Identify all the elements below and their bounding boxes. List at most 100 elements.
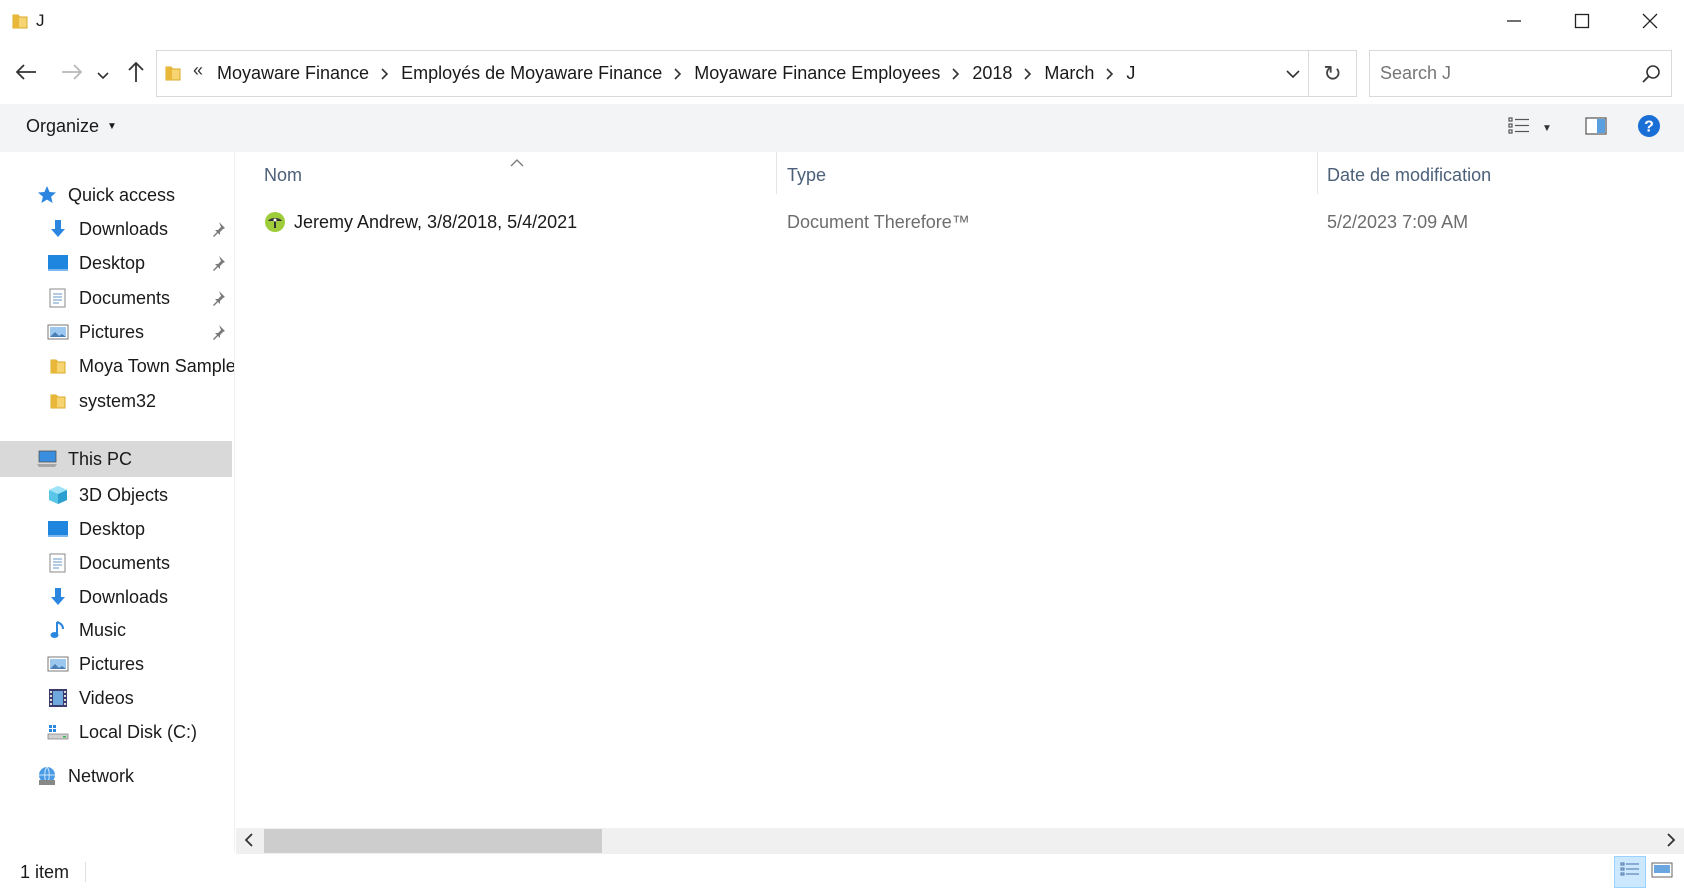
pin-icon[interactable] xyxy=(210,324,226,340)
breadcrumb-item[interactable]: Moyaware Finance xyxy=(215,63,371,84)
folder-icon xyxy=(47,355,69,377)
sidebar-item-local-disk[interactable]: Local Disk (C:) xyxy=(47,714,197,750)
navigation-pane: Quick access Downloads Desktop Documents… xyxy=(0,152,236,852)
file-name-cell[interactable]: Jeremy Andrew, 3/8/2018, 5/4/2021 xyxy=(264,204,577,240)
minimize-button[interactable] xyxy=(1480,0,1548,46)
sidebar-item-label: Pictures xyxy=(79,321,145,342)
help-icon: ? xyxy=(1637,114,1661,143)
pane-divider[interactable] xyxy=(234,152,235,852)
search-input[interactable] xyxy=(1380,51,1620,96)
breadcrumb-item[interactable]: Employés de Moyaware Finance xyxy=(399,63,664,84)
sidebar-item-label: Documents xyxy=(79,552,171,573)
star-icon xyxy=(36,184,58,206)
sidebar-item-documents[interactable]: Documents xyxy=(47,545,170,581)
recent-locations-button[interactable] xyxy=(94,60,112,88)
column-divider[interactable] xyxy=(1317,152,1318,194)
folder-icon xyxy=(165,64,181,87)
search-icon[interactable] xyxy=(1641,64,1661,89)
sidebar-item-desktop[interactable]: Desktop xyxy=(47,511,145,547)
caret-down-icon: ▼ xyxy=(1542,122,1552,134)
svg-text:?: ? xyxy=(1644,118,1654,135)
chevron-down-icon xyxy=(1286,63,1300,84)
pin-icon[interactable] xyxy=(210,255,226,271)
sidebar-item-music[interactable]: Music xyxy=(47,612,126,648)
computer-icon xyxy=(36,448,58,470)
sidebar-item-this-pc[interactable]: This PC xyxy=(0,441,232,477)
search-box[interactable] xyxy=(1369,50,1672,97)
address-bar[interactable]: « Moyaware Finance Employés de Moyaware … xyxy=(156,50,1309,97)
breadcrumb-item[interactable]: March xyxy=(1042,63,1096,84)
sidebar-item-documents[interactable]: Documents xyxy=(47,280,170,316)
breadcrumb-overflow[interactable]: « xyxy=(193,60,203,81)
sidebar-item-downloads[interactable]: Downloads xyxy=(47,579,168,615)
breadcrumb-item[interactable]: 2018 xyxy=(970,63,1014,84)
sidebar-item-label: Documents xyxy=(79,287,171,308)
pin-icon[interactable] xyxy=(210,221,226,237)
file-date-modified: 5/2/2023 7:09 AM xyxy=(1327,211,1469,232)
preview-pane-button[interactable] xyxy=(1580,114,1612,142)
chevron-right-icon[interactable] xyxy=(1096,67,1124,80)
column-header-date-modified[interactable]: Date de modification xyxy=(1327,152,1491,198)
drive-icon xyxy=(47,721,69,743)
address-dropdown-button[interactable] xyxy=(1276,51,1310,96)
sidebar-item-pictures[interactable]: Pictures xyxy=(47,646,144,682)
therefore-document-icon xyxy=(264,211,286,233)
sidebar-item-system32[interactable]: system32 xyxy=(47,383,156,419)
sidebar-item-label: Desktop xyxy=(79,252,146,273)
navigation-bar: « Moyaware Finance Employés de Moyaware … xyxy=(0,46,1684,102)
sidebar-item-3d-objects[interactable]: 3D Objects xyxy=(47,477,168,513)
pin-icon[interactable] xyxy=(210,290,226,306)
forward-button[interactable] xyxy=(58,60,86,88)
horizontal-scrollbar[interactable] xyxy=(236,828,1684,854)
scroll-right-button[interactable] xyxy=(1662,832,1680,850)
sidebar-item-videos[interactable]: Videos xyxy=(47,680,134,716)
scroll-left-button[interactable] xyxy=(240,832,258,850)
chevron-down-icon xyxy=(97,64,109,85)
title-bar: J xyxy=(0,0,1684,46)
refresh-icon: ↻ xyxy=(1323,60,1342,86)
back-button[interactable] xyxy=(12,60,40,88)
sidebar-item-moya-town-sample[interactable]: Moya Town Sample xyxy=(47,348,236,384)
sidebar-item-label: Local Disk (C:) xyxy=(79,721,198,742)
sidebar-item-desktop[interactable]: Desktop xyxy=(47,245,145,281)
desktop-icon xyxy=(47,252,69,274)
sidebar-item-label: Videos xyxy=(79,687,134,708)
refresh-button[interactable]: ↻ xyxy=(1309,50,1357,97)
file-type: Document Therefore™ xyxy=(787,211,970,232)
large-icons-view-button[interactable] xyxy=(1646,856,1678,888)
column-header-type[interactable]: Type xyxy=(787,152,826,198)
documents-icon xyxy=(47,552,69,574)
help-button[interactable]: ? xyxy=(1636,114,1662,142)
up-button[interactable] xyxy=(122,60,150,88)
breadcrumb-item[interactable]: J xyxy=(1124,63,1137,84)
column-divider[interactable] xyxy=(776,152,777,194)
table-row[interactable]: Jeremy Andrew, 3/8/2018, 5/4/2021 Docume… xyxy=(264,204,1664,240)
scrollbar-thumb[interactable] xyxy=(264,829,602,853)
chevron-left-icon xyxy=(244,831,254,852)
music-note-icon xyxy=(47,619,69,641)
chevron-right-icon[interactable] xyxy=(1014,67,1042,80)
film-icon xyxy=(47,687,69,709)
arrow-left-icon xyxy=(15,62,37,87)
chevron-right-icon[interactable] xyxy=(942,67,970,80)
close-button[interactable] xyxy=(1616,0,1684,46)
sidebar-item-pictures[interactable]: Pictures xyxy=(47,314,144,350)
maximize-icon xyxy=(1574,13,1590,34)
sidebar-item-label: Downloads xyxy=(79,218,169,239)
change-view-button[interactable]: ▼ xyxy=(1506,114,1554,142)
sidebar-item-network[interactable]: Network xyxy=(36,758,134,794)
sidebar-item-quick-access[interactable]: Quick access xyxy=(36,177,175,213)
folder-icon xyxy=(47,390,69,412)
details-view-button[interactable] xyxy=(1614,856,1646,888)
column-header-name[interactable]: Nom xyxy=(264,152,302,198)
chevron-right-icon[interactable] xyxy=(664,67,692,80)
maximize-button[interactable] xyxy=(1548,0,1616,46)
close-icon xyxy=(1642,13,1658,34)
sidebar-item-label: 3D Objects xyxy=(79,484,169,505)
organize-label: Organize xyxy=(26,116,100,136)
sidebar-item-downloads[interactable]: Downloads xyxy=(47,211,168,247)
sidebar-item-label: This PC xyxy=(68,448,133,469)
breadcrumb-item[interactable]: Moyaware Finance Employees xyxy=(692,63,942,84)
organize-button[interactable]: Organize ▼ xyxy=(26,116,117,137)
chevron-right-icon[interactable] xyxy=(371,67,399,80)
